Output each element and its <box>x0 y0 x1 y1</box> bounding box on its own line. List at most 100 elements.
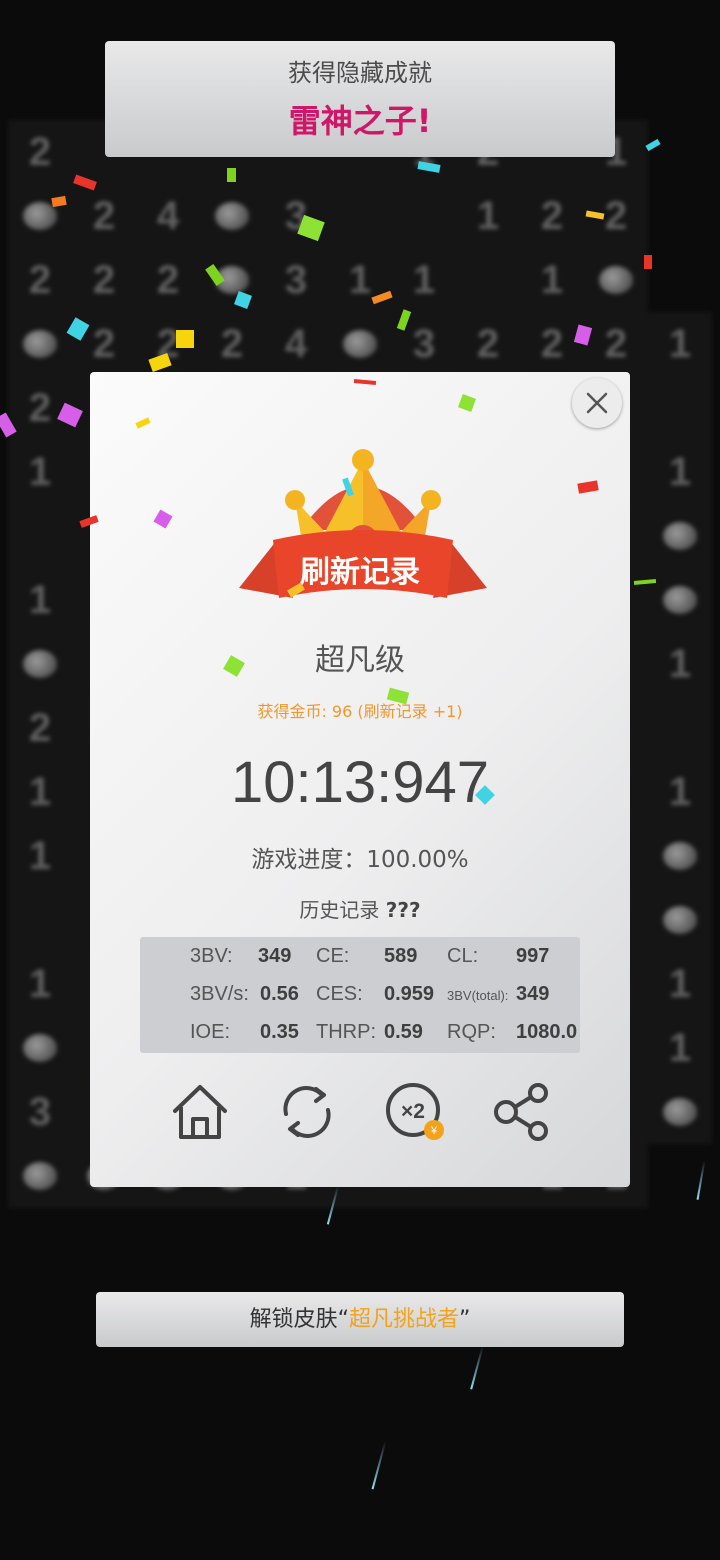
board-cell: 1 <box>648 632 712 696</box>
svg-text:×2: ×2 <box>401 1100 425 1123</box>
achievement-toast: 获得隐藏成就 雷神之子! <box>105 41 615 157</box>
board-cell: 2 <box>520 184 584 248</box>
board-cell <box>648 376 712 440</box>
home-button[interactable] <box>165 1077 235 1147</box>
confetti-piece <box>176 330 194 348</box>
unlock-prefix: 解锁皮肤“ <box>249 1307 349 1332</box>
board-cell-mine <box>648 568 712 632</box>
board-cell-mine <box>328 312 392 376</box>
board-cell-mine <box>200 184 264 248</box>
board-cell-mine <box>648 1080 712 1144</box>
board-cell: 2 <box>136 248 200 312</box>
board-cell: 1 <box>8 824 72 888</box>
stat-value: 1080.0 <box>516 1021 578 1043</box>
board-cell: 1 <box>648 440 712 504</box>
difficulty-level: 超凡级 <box>315 643 405 678</box>
board-cell: 1 <box>8 760 72 824</box>
board-cell: 3 <box>8 1080 72 1144</box>
stats-panel: 3BV: 349 CE: 589 CL: 997 3BV/s: 0.56 CES… <box>140 937 580 1053</box>
board-cell-mine <box>200 248 264 312</box>
light-streak <box>371 1440 387 1490</box>
light-streak <box>470 1345 484 1390</box>
stat-label: THRP: <box>316 1021 376 1043</box>
board-cell: 1 <box>8 568 72 632</box>
achievement-title: 雷神之子! <box>288 102 432 140</box>
board-cell: 1 <box>456 184 520 248</box>
board-cell-mine <box>648 504 712 568</box>
board-cell: 2 <box>520 312 584 376</box>
board-cell-mine <box>584 248 648 312</box>
board-cell: 4 <box>264 312 328 376</box>
board-cell-mine <box>8 1016 72 1080</box>
double-coins-button[interactable]: ×2 ¥ <box>380 1077 450 1147</box>
stat-label: IOE: <box>190 1021 231 1043</box>
board-cell-mine <box>648 888 712 952</box>
board-cell: 1 <box>648 952 712 1016</box>
board-cell: 1 <box>392 248 456 312</box>
board-cell: 4 <box>136 184 200 248</box>
stat-value: 997 <box>516 945 550 967</box>
board-cell <box>8 504 72 568</box>
board-cell: 1 <box>328 248 392 312</box>
restart-button[interactable] <box>272 1077 342 1147</box>
share-icon <box>494 1083 548 1141</box>
board-cell: 2 <box>8 696 72 760</box>
game-progress: 游戏进度：100.00% <box>251 847 469 873</box>
stat-label: CES: <box>316 983 363 1005</box>
unlock-skin-toast: 解锁皮肤“超凡挑战者” <box>96 1292 624 1347</box>
board-cell <box>8 888 72 952</box>
close-icon <box>586 392 608 414</box>
board-cell: 2 <box>200 312 264 376</box>
confetti-piece <box>227 168 236 182</box>
close-button[interactable] <box>572 378 622 428</box>
board-cell: 1 <box>8 440 72 504</box>
board-cell: 2 <box>456 312 520 376</box>
board-cell-mine <box>648 824 712 888</box>
board-cell-mine <box>8 312 72 376</box>
board-cell: 1 <box>8 952 72 1016</box>
unlock-suffix: ” <box>459 1307 471 1332</box>
stat-label: RQP: <box>447 1021 496 1043</box>
confetti-piece <box>644 255 652 269</box>
stat-label: 3BV(total): <box>447 988 509 1003</box>
board-cell-mine <box>8 632 72 696</box>
refresh-icon <box>283 1086 331 1138</box>
achievement-heading: 获得隐藏成就 <box>288 59 432 87</box>
stat-value: 0.56 <box>260 983 299 1005</box>
history-value: ??? <box>385 898 421 922</box>
board-cell: 2 <box>8 248 72 312</box>
board-cell: 1 <box>520 248 584 312</box>
board-cell: 3 <box>264 248 328 312</box>
stat-label: CL: <box>447 945 479 967</box>
coins-earned: 获得金币: 96 (刷新记录 +1) <box>257 702 463 721</box>
double-coin-icon: ×2 ¥ <box>386 1083 444 1140</box>
share-button[interactable] <box>487 1077 557 1147</box>
board-cell <box>648 696 712 760</box>
stat-value: 349 <box>258 945 292 967</box>
history-record: 历史记录 ??? <box>90 894 630 923</box>
stat-value: 349 <box>516 983 550 1005</box>
board-cell: 2 <box>584 312 648 376</box>
record-ribbon-label: 刷新记录 <box>300 555 420 590</box>
home-icon <box>173 1085 227 1139</box>
stat-value: 0.959 <box>384 983 435 1005</box>
board-cell <box>392 184 456 248</box>
board-cell: 1 <box>648 1016 712 1080</box>
history-label: 历史记录 <box>299 898 380 922</box>
stat-label: 3BV/s: <box>190 983 249 1005</box>
board-cell-mine <box>8 1144 72 1208</box>
board-cell: 2 <box>8 120 72 184</box>
board-cell <box>456 248 520 312</box>
stat-label: 3BV: <box>190 945 233 967</box>
skin-name: 超凡挑战者 <box>348 1307 459 1332</box>
board-cell: 2 <box>72 248 136 312</box>
stat-value: 589 <box>384 945 418 967</box>
stat-value: 0.35 <box>260 1021 299 1043</box>
board-cell: 2 <box>72 184 136 248</box>
stat-label: CE: <box>316 945 350 967</box>
stat-value: 0.59 <box>384 1021 423 1043</box>
completion-time: 10:13:947 <box>230 750 490 815</box>
board-cell: 1 <box>648 312 712 376</box>
board-cell: 1 <box>648 760 712 824</box>
result-dialog: 刷新记录 超凡级 获得金币: 96 (刷新记录 +1) 10:13:947 游戏… <box>90 372 630 1187</box>
